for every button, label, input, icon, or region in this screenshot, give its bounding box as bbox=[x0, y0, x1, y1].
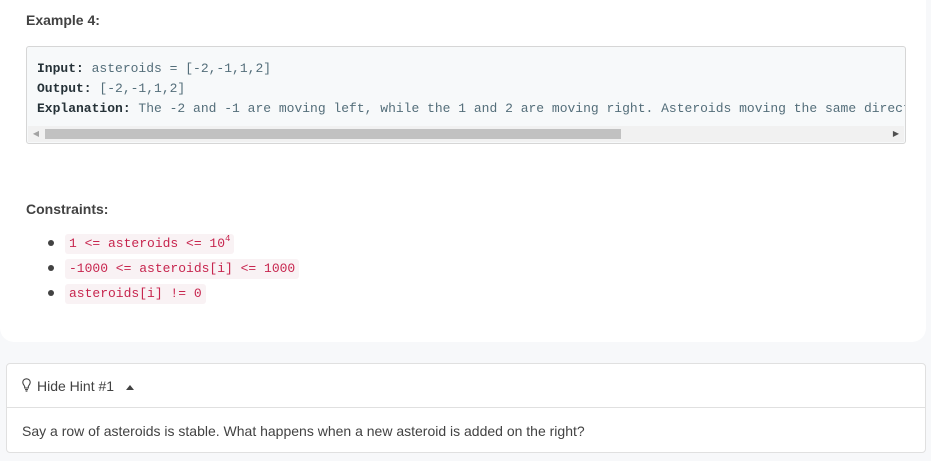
bullet-icon bbox=[48, 265, 54, 271]
caret-up-icon[interactable] bbox=[126, 385, 134, 390]
output-label: Output: bbox=[37, 81, 92, 96]
output-line: Output: [-2,-1,1,2] bbox=[37, 79, 905, 99]
constraint-code: 1 <= asteroids <= 104 bbox=[65, 233, 235, 254]
bullet-icon bbox=[48, 240, 54, 246]
hide-hint-label[interactable]: Hide Hint #1 bbox=[37, 378, 114, 394]
lightbulb-icon bbox=[22, 378, 31, 392]
explanation-line: Explanation: The -2 and -1 are moving le… bbox=[37, 99, 906, 119]
scroll-left-arrow-icon[interactable]: ◀ bbox=[28, 126, 44, 142]
constraints-title: Constraints: bbox=[26, 201, 109, 217]
explanation-value: The -2 and -1 are moving left, while the… bbox=[130, 101, 906, 116]
input-label: Input: bbox=[37, 61, 84, 76]
bullet-icon bbox=[48, 290, 54, 296]
scrollbar-thumb[interactable] bbox=[45, 129, 621, 139]
constraint-text: 1 <= asteroids <= 10 bbox=[69, 236, 226, 251]
input-value: asteroids = [-2,-1,1,2] bbox=[83, 61, 272, 76]
constraint-code: asteroids[i] != 0 bbox=[65, 284, 206, 304]
hint-panel: Hide Hint #1 Say a row of asteroids is s… bbox=[6, 363, 926, 453]
problem-description-card: Example 4: Input: asteroids = [-2,-1,1,2… bbox=[0, 0, 926, 342]
output-value: [-2,-1,1,2] bbox=[91, 81, 186, 96]
constraint-code: -1000 <= asteroids[i] <= 1000 bbox=[65, 259, 300, 279]
constraint-exponent: 4 bbox=[225, 233, 231, 244]
input-line: Input: asteroids = [-2,-1,1,2] bbox=[37, 59, 905, 79]
example-lines: Input: asteroids = [-2,-1,1,2] Output: [-… bbox=[37, 59, 906, 119]
hide-hint-toggle[interactable]: Hide Hint #1 bbox=[7, 364, 925, 408]
example-code-block: Input: asteroids = [-2,-1,1,2] Output: [-… bbox=[26, 46, 906, 144]
explanation-label: Explanation: bbox=[37, 101, 131, 116]
hint-text: Say a row of asteroids is stable. What h… bbox=[22, 423, 585, 439]
example-title: Example 4: bbox=[26, 12, 100, 28]
scroll-right-arrow-icon[interactable]: ▶ bbox=[888, 126, 904, 142]
horizontal-scrollbar[interactable]: ◀ ▶ bbox=[28, 126, 904, 142]
